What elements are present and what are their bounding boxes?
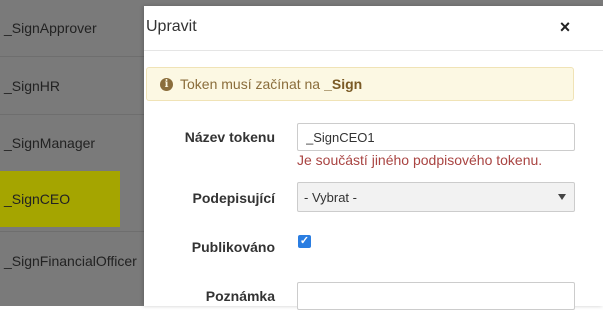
close-icon[interactable]: × [554, 16, 576, 38]
token-name-label: Název tokenu [184, 129, 275, 145]
modal-header: Upravit × [144, 6, 603, 51]
table-cell-token: _SignApprover [4, 20, 97, 36]
token-name-input[interactable] [297, 123, 575, 151]
warning-alert: i Token musí začínat na _Sign [146, 67, 574, 101]
signer-label: Podepisující [192, 190, 275, 206]
alert-emphasis: _Sign [324, 76, 363, 92]
modal-title: Upravit [146, 18, 197, 35]
chevron-down-icon [558, 194, 566, 200]
note-label: Poznámka [205, 288, 275, 304]
table-cell-token: _SignHR [4, 77, 61, 94]
signer-select[interactable]: - Vybrat - [297, 182, 575, 212]
alert-text: Token musí začínat na [180, 76, 321, 92]
info-icon: i [160, 77, 173, 91]
signer-selected-value: - Vybrat - [304, 189, 357, 205]
edit-modal: Upravit × i Token musí začínat na _Sign … [144, 6, 603, 310]
published-label: Publikováno [191, 239, 275, 255]
table-cell-token: _SignCEO [0, 171, 120, 227]
table-cell-token: _SignManager [4, 135, 96, 151]
token-name-error: Je součástí jiného podpisového tokenu. [297, 152, 543, 168]
published-checkbox[interactable]: ✓ [298, 235, 311, 248]
table-cell-token: _SignFinancialOfficer [4, 253, 137, 269]
